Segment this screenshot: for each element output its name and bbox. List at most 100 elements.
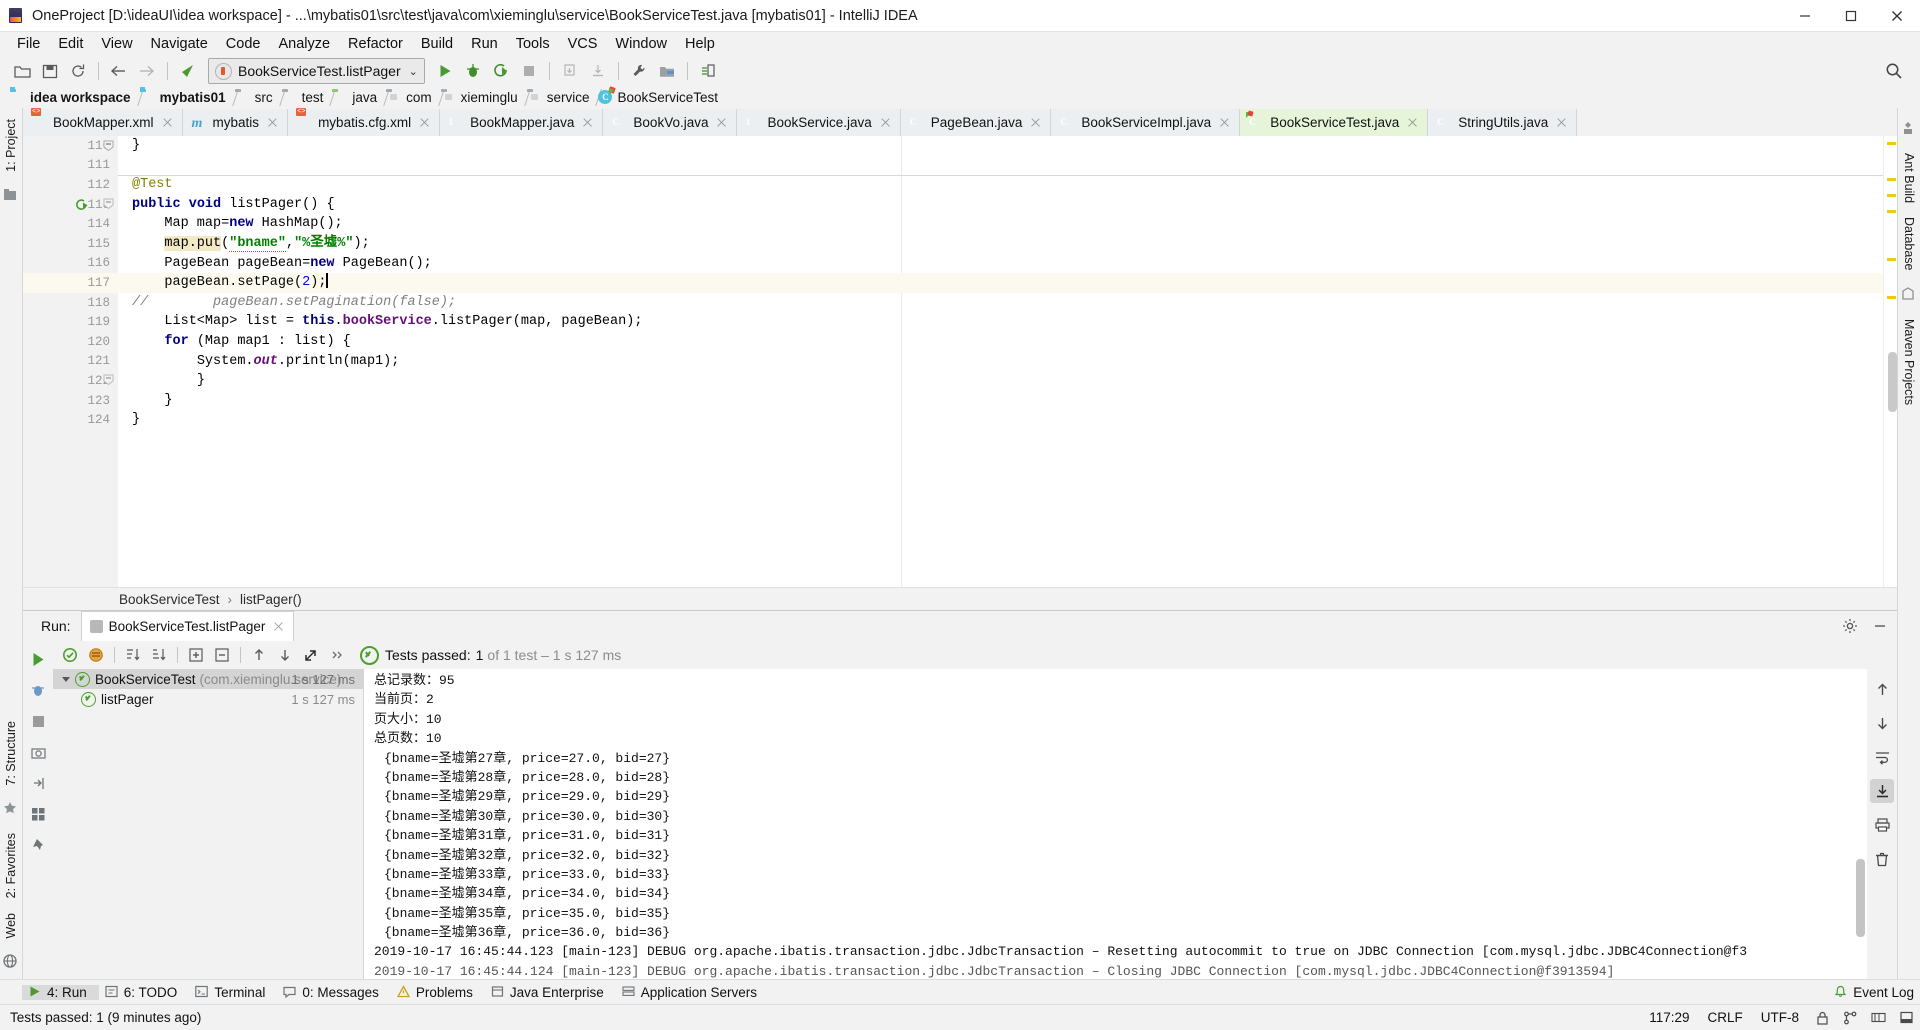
menu-navigate[interactable]: Navigate bbox=[142, 34, 217, 54]
menu-run[interactable]: Run bbox=[462, 34, 507, 54]
hide-icon[interactable] bbox=[1896, 1009, 1916, 1027]
breadcrumb-item-java[interactable]: java bbox=[328, 86, 382, 108]
tool-window-problems[interactable]: Problems bbox=[391, 985, 485, 1000]
menu-code[interactable]: Code bbox=[217, 34, 270, 54]
web-globe-icon[interactable] bbox=[3, 954, 19, 970]
run-coverage-icon[interactable] bbox=[487, 58, 515, 84]
stripe-mark[interactable] bbox=[1887, 210, 1896, 213]
fold-marker-icon[interactable] bbox=[103, 140, 114, 152]
close-icon[interactable] bbox=[1406, 116, 1419, 129]
search-everywhere-icon[interactable] bbox=[1880, 58, 1908, 84]
stripe-mark[interactable] bbox=[1887, 296, 1896, 299]
menu-view[interactable]: View bbox=[92, 34, 141, 54]
print-icon[interactable] bbox=[1870, 813, 1894, 837]
vertical-scrollbar[interactable] bbox=[1888, 352, 1897, 412]
breadcrumb-item-workspace[interactable]: idea workspace bbox=[6, 86, 136, 108]
fold-marker-icon[interactable] bbox=[103, 198, 114, 210]
file-encoding[interactable]: UTF-8 bbox=[1752, 1010, 1808, 1025]
memory-icon[interactable] bbox=[1868, 1009, 1888, 1027]
test-tree-row-class[interactable]: BookServiceTest (com.xieminglu.service) … bbox=[53, 669, 363, 689]
rerun-icon[interactable] bbox=[26, 647, 50, 671]
build-icon[interactable] bbox=[694, 58, 722, 84]
export-icon[interactable] bbox=[298, 643, 324, 667]
console-output[interactable]: 总记录数：95 当前页：2 页大小：10 总页数：10 {bname=圣墟第27… bbox=[364, 669, 1867, 979]
menu-window[interactable]: Window bbox=[606, 34, 676, 54]
minimize-button[interactable] bbox=[1782, 0, 1828, 31]
next-failed-icon[interactable] bbox=[272, 643, 298, 667]
sync-icon[interactable] bbox=[64, 58, 92, 84]
breadcrumb-item-test[interactable]: test bbox=[278, 86, 329, 108]
favorites-star-icon[interactable] bbox=[3, 801, 19, 817]
stripe-mark[interactable] bbox=[1887, 194, 1896, 197]
code-text-area[interactable]: } @Test public void listPager() { Map ma… bbox=[118, 136, 1883, 587]
tab-bookservicetest-java[interactable]: C BookServiceTest.java bbox=[1240, 109, 1429, 136]
branch-icon[interactable] bbox=[1840, 1009, 1860, 1027]
settings-gear-icon[interactable] bbox=[1837, 613, 1863, 639]
tab-bookmapper-java[interactable]: I BookMapper.java bbox=[440, 109, 604, 136]
stop-icon[interactable] bbox=[515, 58, 543, 84]
forward-arrow-icon[interactable] bbox=[133, 58, 161, 84]
run-test-gutter-icon[interactable] bbox=[75, 198, 90, 213]
project-structure-icon[interactable] bbox=[653, 58, 681, 84]
prev-failed-icon[interactable] bbox=[246, 643, 272, 667]
tab-bookvo-java[interactable]: C BookVo.java bbox=[603, 109, 738, 136]
menu-analyze[interactable]: Analyze bbox=[269, 34, 339, 54]
breadcrumb-item-xieminglu[interactable]: xieminglu bbox=[437, 86, 523, 108]
close-icon[interactable] bbox=[418, 116, 431, 129]
tab-mybatis[interactable]: m mybatis bbox=[182, 109, 289, 136]
close-icon[interactable] bbox=[273, 621, 285, 633]
tool-window-java-enterprise[interactable]: Java Enterprise bbox=[485, 985, 616, 1000]
debug-icon[interactable] bbox=[26, 678, 50, 702]
stripe-mark[interactable] bbox=[1887, 258, 1896, 261]
sidebar-item-database[interactable]: Database bbox=[1900, 210, 1918, 278]
breadcrumb-item-mybatis01[interactable]: mybatis01 bbox=[136, 86, 231, 108]
close-icon[interactable] bbox=[1029, 116, 1042, 129]
sidebar-item-project[interactable]: 1: Project bbox=[2, 112, 20, 179]
sidebar-item-ant-build[interactable]: Ant Build bbox=[1900, 146, 1918, 210]
close-icon[interactable] bbox=[1555, 116, 1568, 129]
tool-window-run[interactable]: 4: Run bbox=[22, 984, 99, 1000]
test-results-tree[interactable]: BookServiceTest (com.xieminglu.service) … bbox=[53, 669, 364, 979]
hide-panel-icon[interactable] bbox=[1867, 613, 1893, 639]
run-tab-bookservicetest[interactable]: BookServiceTest.listPager bbox=[80, 611, 295, 641]
console-scrollbar[interactable] bbox=[1856, 859, 1865, 937]
back-arrow-icon[interactable] bbox=[105, 58, 133, 84]
test-tree-row-method[interactable]: listPager 1 s 127 ms bbox=[53, 689, 363, 709]
close-icon[interactable] bbox=[581, 116, 594, 129]
chevron-down-icon[interactable] bbox=[61, 673, 73, 685]
fold-marker-icon[interactable] bbox=[103, 374, 114, 386]
sort-duration-icon[interactable] bbox=[146, 643, 172, 667]
project-files-icon[interactable] bbox=[3, 188, 19, 204]
scroll-to-end-icon[interactable] bbox=[1870, 779, 1894, 803]
tab-bookservice-java[interactable]: I BookService.java bbox=[737, 109, 901, 136]
close-button[interactable] bbox=[1874, 0, 1920, 31]
event-log-button[interactable]: Event Log bbox=[1834, 985, 1914, 1000]
tool-window-messages[interactable]: 0: Messages bbox=[277, 985, 391, 1000]
tab-pagebean-java[interactable]: C PageBean.java bbox=[900, 109, 1052, 136]
breadcrumb-item-service[interactable]: service bbox=[523, 86, 595, 108]
menu-edit[interactable]: Edit bbox=[49, 34, 92, 54]
menu-vcs[interactable]: VCS bbox=[559, 34, 607, 54]
ant-build-icon[interactable] bbox=[1901, 121, 1917, 137]
more-icon[interactable] bbox=[324, 643, 350, 667]
menu-help[interactable]: Help bbox=[676, 34, 724, 54]
close-icon[interactable] bbox=[161, 116, 174, 129]
close-icon[interactable] bbox=[715, 116, 728, 129]
stripe-mark[interactable] bbox=[1887, 142, 1896, 145]
pin-icon[interactable] bbox=[26, 833, 50, 857]
breadcrumb-item-bookservicetest[interactable]: C BookServiceTest bbox=[594, 86, 723, 108]
trash-icon[interactable] bbox=[1870, 847, 1894, 871]
toggle-passed-icon[interactable] bbox=[57, 643, 83, 667]
commit-icon[interactable] bbox=[584, 58, 612, 84]
maximize-button[interactable] bbox=[1828, 0, 1874, 31]
scroll-down-icon[interactable] bbox=[1870, 711, 1894, 735]
stop-icon[interactable] bbox=[26, 709, 50, 733]
wrench-icon[interactable] bbox=[625, 58, 653, 84]
tab-bookmapper-xml[interactable]: BookMapper.xml bbox=[23, 109, 183, 136]
editor-gutter[interactable]: 110 111 112 113 114 115 116 117 118 119 … bbox=[23, 136, 118, 587]
toggle-ignored-icon[interactable] bbox=[83, 643, 109, 667]
import-icon[interactable] bbox=[26, 771, 50, 795]
menu-file[interactable]: File bbox=[8, 34, 49, 54]
grid-icon[interactable] bbox=[26, 802, 50, 826]
open-folder-icon[interactable] bbox=[8, 58, 36, 84]
